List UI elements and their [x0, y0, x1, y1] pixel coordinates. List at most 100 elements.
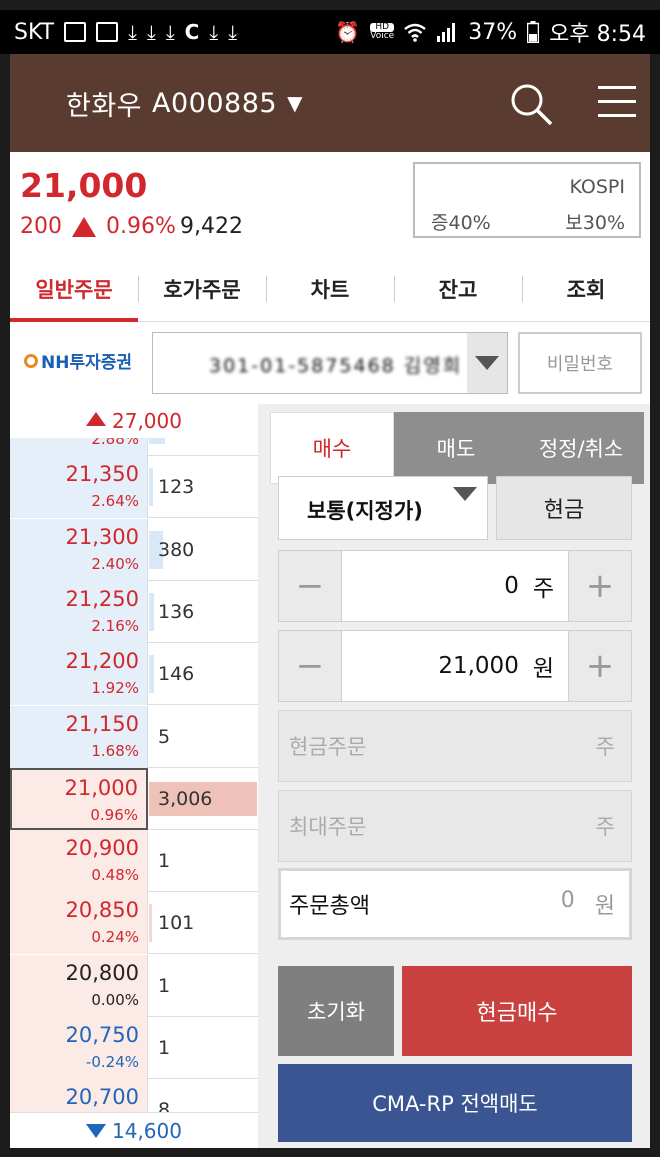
- gallery-icon: [64, 22, 87, 42]
- account-row: NH투자증권 301-01-5875468 김영희 비밀번호: [10, 322, 650, 404]
- download-icon: ⤓: [228, 20, 238, 44]
- battery-percent: 37%: [468, 19, 518, 45]
- reset-button[interactable]: 초기화: [278, 966, 394, 1056]
- status-bar: SKT ⤓ ⤓ ⤓ C ⤓ ⤓ ⏰ HD Voice 37% 오후 8:54: [0, 10, 660, 54]
- max-order-label: 최대주문: [289, 815, 367, 839]
- order-type-select[interactable]: 보통(지정가): [278, 476, 488, 540]
- change-amount: 200: [20, 214, 62, 239]
- tab-chart[interactable]: 차트: [266, 256, 394, 321]
- quote-panel: 21,000 200 0.96% 9,422 KOSPI 증40% 보30%: [10, 152, 650, 256]
- order-book-row[interactable]: 20,750 -0.24% 1: [10, 1017, 258, 1079]
- download-icon: ⤓: [146, 20, 156, 44]
- price-cell[interactable]: 21,300 2.40%: [10, 518, 148, 581]
- price-cell[interactable]: 20,800 0.00%: [10, 954, 148, 1017]
- order-book-row[interactable]: 21,000 0.96% 3,006: [10, 767, 258, 830]
- quantity-stepper: − 0 주 +: [278, 550, 632, 622]
- row-quantity: 3,006: [158, 787, 213, 810]
- price-cell[interactable]: 21,350 2.64%: [10, 456, 148, 519]
- price-cell[interactable]: 20,750 -0.24%: [10, 1017, 148, 1079]
- order-total-field: 주문총액 0 원: [278, 868, 632, 940]
- row-price: 21,000: [64, 775, 138, 800]
- row-percent: 0.48%: [91, 866, 139, 885]
- cash-order-field: 현금주문 주: [278, 710, 632, 782]
- cma-rp-sell-all-button[interactable]: CMA-RP 전액매도: [278, 1064, 632, 1142]
- change-percent: 0.96%: [106, 214, 176, 239]
- order-book-row[interactable]: 21,150 1.68% 5: [10, 705, 258, 768]
- lower-limit: 14,600: [10, 1112, 258, 1148]
- price-cell[interactable]: 21,150 1.68%: [10, 705, 148, 768]
- row-price: 21,150: [65, 711, 139, 736]
- quantity-input[interactable]: 0 주: [341, 551, 569, 621]
- price-cell[interactable]: 21,200 1.92%: [10, 643, 148, 706]
- order-book-row[interactable]: 21,350 2.64% 123: [10, 456, 258, 519]
- cash-order-label: 현금주문: [289, 735, 367, 759]
- account-dropdown-button[interactable]: [467, 333, 507, 393]
- price-cell[interactable]: 20,850 0.24%: [10, 892, 148, 955]
- broker-name: NH투자증권: [41, 353, 133, 373]
- tab-modify-cancel[interactable]: 정정/취소: [518, 412, 644, 484]
- tab-general-order[interactable]: 일반주문: [10, 256, 138, 322]
- margin-rate: 증40%: [431, 212, 491, 234]
- order-book-row[interactable]: 21,300 2.40% 380: [10, 518, 258, 581]
- order-book-row[interactable]: 21,250 2.16% 136: [10, 580, 258, 643]
- main-tabs: 일반주문 호가주문 차트 잔고 조회: [10, 256, 650, 322]
- tab-quote-order[interactable]: 호가주문: [138, 256, 266, 321]
- row-price: 20,700: [65, 1085, 139, 1110]
- down-arrow-icon: [86, 1123, 106, 1138]
- cash-buy-button[interactable]: 현금매수: [402, 966, 632, 1056]
- price-cell[interactable]: 21,000 0.96%: [10, 767, 148, 830]
- price-cell[interactable]: 21,250 2.16%: [10, 580, 148, 643]
- price-value: 21,000: [438, 653, 519, 679]
- order-panel: 매수 매도 정정/취소 보통(지정가) 현금 − 0 주 + − 21,000 …: [258, 404, 650, 1148]
- quantity-bar: [149, 904, 153, 943]
- price-minus-button[interactable]: −: [279, 631, 341, 701]
- signal-icon: [437, 23, 456, 42]
- search-icon[interactable]: [507, 80, 555, 128]
- account-number: 301-01-5875468 김영희: [209, 355, 463, 377]
- order-book-row[interactable]: 21,200 1.92% 146: [10, 643, 258, 706]
- row-percent: 0.00%: [91, 990, 139, 1009]
- order-total-label: 주문총액: [289, 894, 370, 919]
- image-icon: [96, 22, 119, 42]
- quantity-bar: [149, 592, 155, 631]
- cash-type-button[interactable]: 현금: [496, 476, 632, 540]
- dropdown-caret-icon: ▼: [287, 91, 303, 115]
- quantity-plus-button[interactable]: +: [569, 551, 631, 621]
- stock-code: A000885: [152, 87, 278, 119]
- hamburger-menu-icon[interactable]: [598, 86, 636, 120]
- cash-order-unit: 주: [595, 735, 615, 759]
- download-icon: ⤓: [165, 20, 175, 44]
- row-percent: 0.96%: [90, 805, 138, 824]
- row-price: 20,800: [65, 960, 139, 985]
- tab-sell[interactable]: 매도: [394, 412, 518, 484]
- row-percent: 1.68%: [91, 741, 139, 760]
- row-quantity: 101: [158, 912, 195, 935]
- password-field[interactable]: 비밀번호: [518, 332, 642, 394]
- upper-limit: 27,000: [10, 404, 258, 438]
- tab-balance[interactable]: 잔고: [394, 256, 522, 321]
- price-input[interactable]: 21,000 원: [341, 631, 569, 701]
- price-cell[interactable]: 20,900 0.48%: [10, 830, 148, 893]
- quantity-bar: [149, 655, 155, 694]
- price-plus-button[interactable]: +: [569, 631, 631, 701]
- row-percent: -0.24%: [85, 1053, 139, 1071]
- stock-selector[interactable]: 한화우 A000885 ▼: [66, 84, 303, 123]
- row-quantity: 5: [158, 725, 171, 748]
- order-book-row[interactable]: 20,900 0.48% 1: [10, 830, 258, 893]
- row-quantity: 380: [158, 538, 195, 561]
- clock: 오후 8:54: [549, 22, 646, 47]
- account-select[interactable]: 301-01-5875468 김영희: [152, 332, 508, 394]
- upper-limit-price: 27,000: [112, 409, 182, 433]
- row-quantity: 136: [158, 600, 195, 623]
- broker-logo-mark: [24, 353, 38, 368]
- tab-inquiry[interactable]: 조회: [522, 256, 650, 321]
- row-quantity: 1: [158, 1037, 171, 1059]
- quantity-minus-button[interactable]: −: [279, 551, 341, 621]
- order-book-row[interactable]: 20,850 0.24% 101: [10, 892, 258, 955]
- row-percent: 1.92%: [91, 679, 139, 698]
- wifi-icon: [404, 23, 426, 42]
- tab-buy[interactable]: 매수: [270, 412, 394, 484]
- max-order-unit: 주: [595, 815, 615, 839]
- order-book-row[interactable]: 20,800 0.00% 1: [10, 954, 258, 1017]
- row-price: 21,300: [65, 524, 139, 549]
